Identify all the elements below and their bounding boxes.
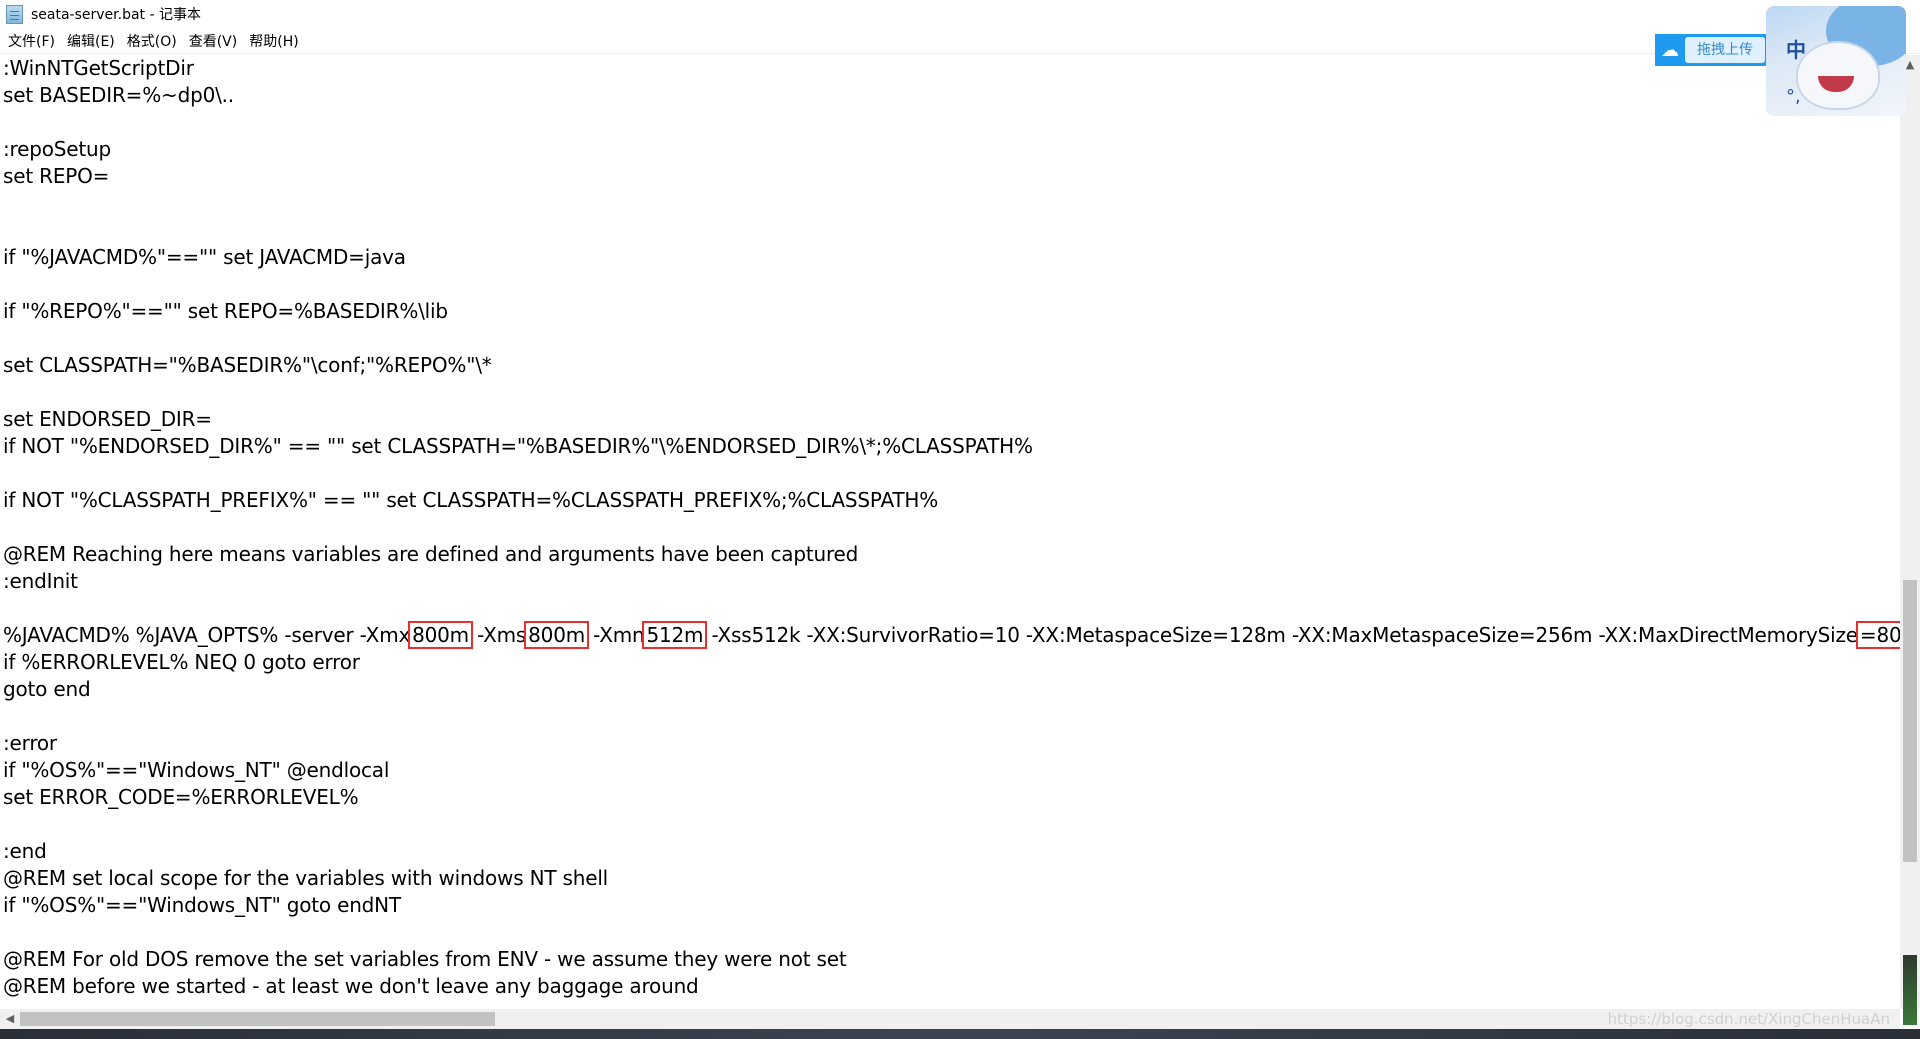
ime-extra: °,: [1786, 86, 1801, 107]
java-command-line: %JAVACMD% %JAVA_OPTS% -server -Xmx 800m -…: [3, 621, 1900, 649]
java-line-text: -Xss512k -XX:SurvivorRatio=10 -XX:Metasp…: [705, 623, 1858, 647]
highlight-xms: 800m: [524, 621, 590, 649]
watermark: https://blog.csdn.net/XingChenHuaAn: [1607, 1010, 1890, 1028]
horizontal-scroll-thumb[interactable]: [20, 1012, 495, 1026]
java-line-text: -Xmn: [587, 623, 645, 647]
java-line-text: -Xms: [470, 623, 527, 647]
upload-widget[interactable]: ☁ 拖拽上传: [1655, 34, 1783, 66]
code-line: :error: [3, 731, 57, 755]
code-line: :endInit: [3, 569, 78, 593]
highlight-xmn: 512m: [642, 621, 708, 649]
code-line: set CLASSPATH="%BASEDIR%"\conf;"%REPO%"\…: [3, 353, 492, 377]
taskbar: [0, 1029, 1920, 1039]
notepad-icon: [6, 4, 23, 24]
menu-file[interactable]: 文件(F): [2, 31, 61, 51]
menu-bar: 文件(F) 编辑(E) 格式(O) 查看(V) 帮助(H): [0, 28, 1920, 54]
code-line: :repoSetup: [3, 137, 111, 161]
menu-edit[interactable]: 编辑(E): [61, 31, 121, 51]
code-line: if "%OS%"=="Windows_NT" goto endNT: [3, 893, 401, 917]
code-line: @REM set local scope for the variables w…: [3, 866, 609, 890]
code-line: if NOT "%ENDORSED_DIR%" == "" set CLASSP…: [3, 434, 1033, 458]
code-line: goto end: [3, 677, 91, 701]
code-line: if NOT "%CLASSPATH_PREFIX%" == "" set CL…: [3, 488, 939, 512]
text-editor[interactable]: :WinNTGetScriptDir set BASEDIR=%~dp0\.. …: [0, 55, 1900, 1009]
code-line: @REM Reaching here means variables are d…: [3, 542, 859, 566]
code-line: if %ERRORLEVEL% NEQ 0 goto error: [3, 650, 360, 674]
window-title: seata-server.bat - 记事本: [31, 7, 201, 23]
code-line: set ENDORSED_DIR=: [3, 407, 212, 431]
code-line: if "%JAVACMD%"=="" set JAVACMD=java: [3, 245, 406, 269]
ime-avatar[interactable]: 中 °,: [1766, 6, 1906, 116]
ime-indicator[interactable]: 中: [1786, 34, 1806, 63]
code-line: :end: [3, 839, 47, 863]
vertical-scroll-thumb[interactable]: [1903, 580, 1917, 862]
highlight-max-direct-memory: =800m: [1855, 621, 1900, 649]
scroll-left-icon[interactable]: ◀: [2, 1009, 18, 1029]
code-line: if "%REPO%"=="" set REPO=%BASEDIR%\lib: [3, 299, 448, 323]
code-line: :WinNTGetScriptDir: [3, 56, 194, 80]
code-line: set BASEDIR=%~dp0\..: [3, 83, 234, 107]
java-line-text: %JAVACMD% %JAVA_OPTS% -server -Xmx: [3, 623, 411, 647]
vertical-scrollbar[interactable]: ▲: [1900, 55, 1920, 1009]
menu-help[interactable]: 帮助(H): [243, 31, 304, 51]
tray-indicator: [1903, 955, 1917, 1025]
code-line: @REM before we started - at least we don…: [3, 974, 699, 998]
upload-label[interactable]: 拖拽上传: [1685, 37, 1765, 63]
title-bar: seata-server.bat - 记事本 – ❐ ✕: [0, 0, 1920, 28]
code-line: set ERROR_CODE=%ERRORLEVEL%: [3, 785, 359, 809]
code-line: set REPO=: [3, 164, 110, 188]
highlight-xmx: 800m: [408, 621, 473, 649]
menu-format[interactable]: 格式(O): [121, 31, 183, 51]
code-line: if "%OS%"=="Windows_NT" @endlocal: [3, 758, 390, 782]
menu-view[interactable]: 查看(V): [183, 31, 244, 51]
baidu-cloud-icon: ☁: [1655, 34, 1685, 66]
code-line: @REM For old DOS remove the set variable…: [3, 947, 847, 971]
